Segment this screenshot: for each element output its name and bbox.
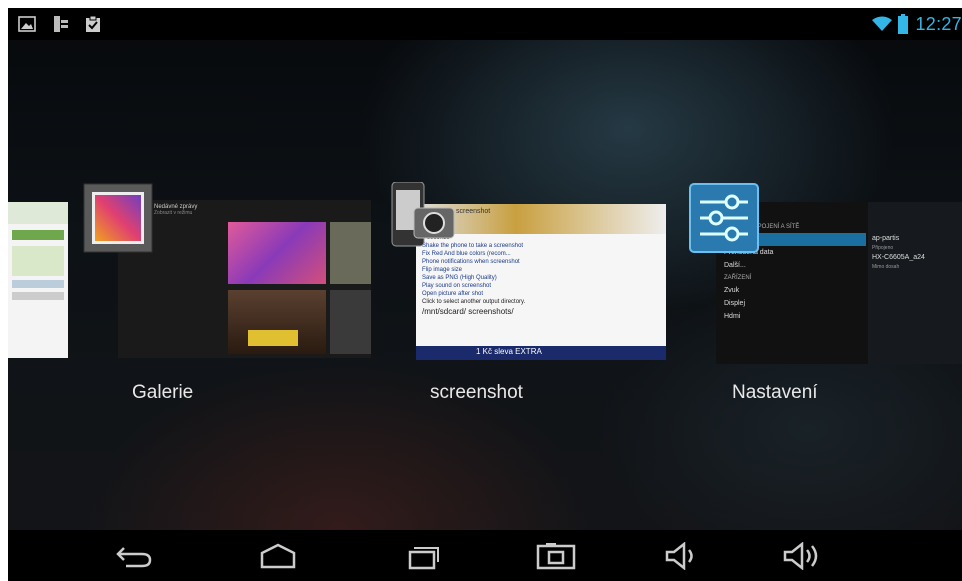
status-bar: 12:27 — [8, 8, 962, 40]
back-icon[interactable] — [112, 539, 156, 573]
home-icon[interactable] — [256, 539, 300, 573]
gallery-preview-sub: Zobrazit v režimu — [154, 210, 193, 216]
network-name: ap-partis — [872, 235, 900, 242]
screenshot-path: /mnt/sdcard/ screenshots/ — [422, 307, 514, 316]
status-time: 12:27 — [915, 14, 962, 34]
screenshot-app-icon — [388, 181, 460, 254]
volume-down-icon[interactable] — [660, 539, 704, 573]
settings-row: Zvuk — [724, 287, 740, 294]
app-thumbnail: Nedávné zprávy Zobrazit v režimu — [118, 200, 371, 358]
gallery-preview-header: Nedávné zprávy — [154, 204, 198, 210]
settings-row: Hdmi — [724, 313, 741, 320]
screenshot-footer: Click to select another output directory… — [422, 299, 526, 305]
screenshot-option: Play sound on screenshot — [422, 283, 492, 289]
gallery-icon — [18, 15, 36, 33]
screenshot-option: Phone notifications when screenshot — [422, 259, 520, 265]
navigation-bar — [8, 530, 962, 581]
settings-row: ZAŘÍZENÍ — [724, 275, 752, 281]
recent-app-card-nastaveni[interactable]: Wi-Fi SÍŤOVÁ PŘIPOJENÍ A SÍTĚ Wi-Fi Přen… — [682, 174, 962, 404]
settings-row: Displej — [724, 300, 746, 307]
network-status: Mimo dosah — [872, 264, 900, 270]
settings-app-icon — [688, 182, 760, 254]
battery-icon — [898, 14, 908, 34]
volume-up-icon[interactable] — [780, 539, 824, 573]
app-label: Galerie — [132, 382, 194, 403]
app-label: Nastavení — [732, 382, 818, 403]
settings-row: Další... — [724, 262, 746, 269]
gallery-app-icon — [82, 182, 154, 254]
clipboard-check-icon — [84, 15, 102, 33]
device-frame: 12:27 Nedávné zprávy Zobrazit v režimu G… — [0, 0, 962, 581]
app-label: screenshot — [430, 382, 523, 403]
network-name: HX-C6605A_a24 — [872, 254, 925, 261]
recent-app-card-partial[interactable] — [8, 202, 68, 358]
app-thumbnail — [8, 202, 68, 358]
recent-apps-icon[interactable] — [402, 539, 446, 573]
screenshot-option: Open picture after shot — [422, 291, 484, 297]
usb-debug-icon — [52, 15, 70, 33]
screenshot-ad: 1 Kč sleva EXTRA — [476, 347, 542, 356]
camera-screenshot-icon[interactable] — [534, 539, 578, 573]
recent-app-card-screenshot[interactable]: screenshot 5 seconds Shake the phone to … — [382, 174, 682, 404]
screenshot-option: Save as PNG (High Quality) — [422, 275, 497, 281]
recent-apps-screen: 12:27 Nedávné zprávy Zobrazit v režimu G… — [8, 8, 962, 581]
recent-app-card-galerie[interactable]: Nedávné zprávy Zobrazit v režimu Galerie — [82, 174, 382, 404]
wifi-icon — [872, 16, 892, 34]
screenshot-option: Flip image size — [422, 267, 463, 273]
